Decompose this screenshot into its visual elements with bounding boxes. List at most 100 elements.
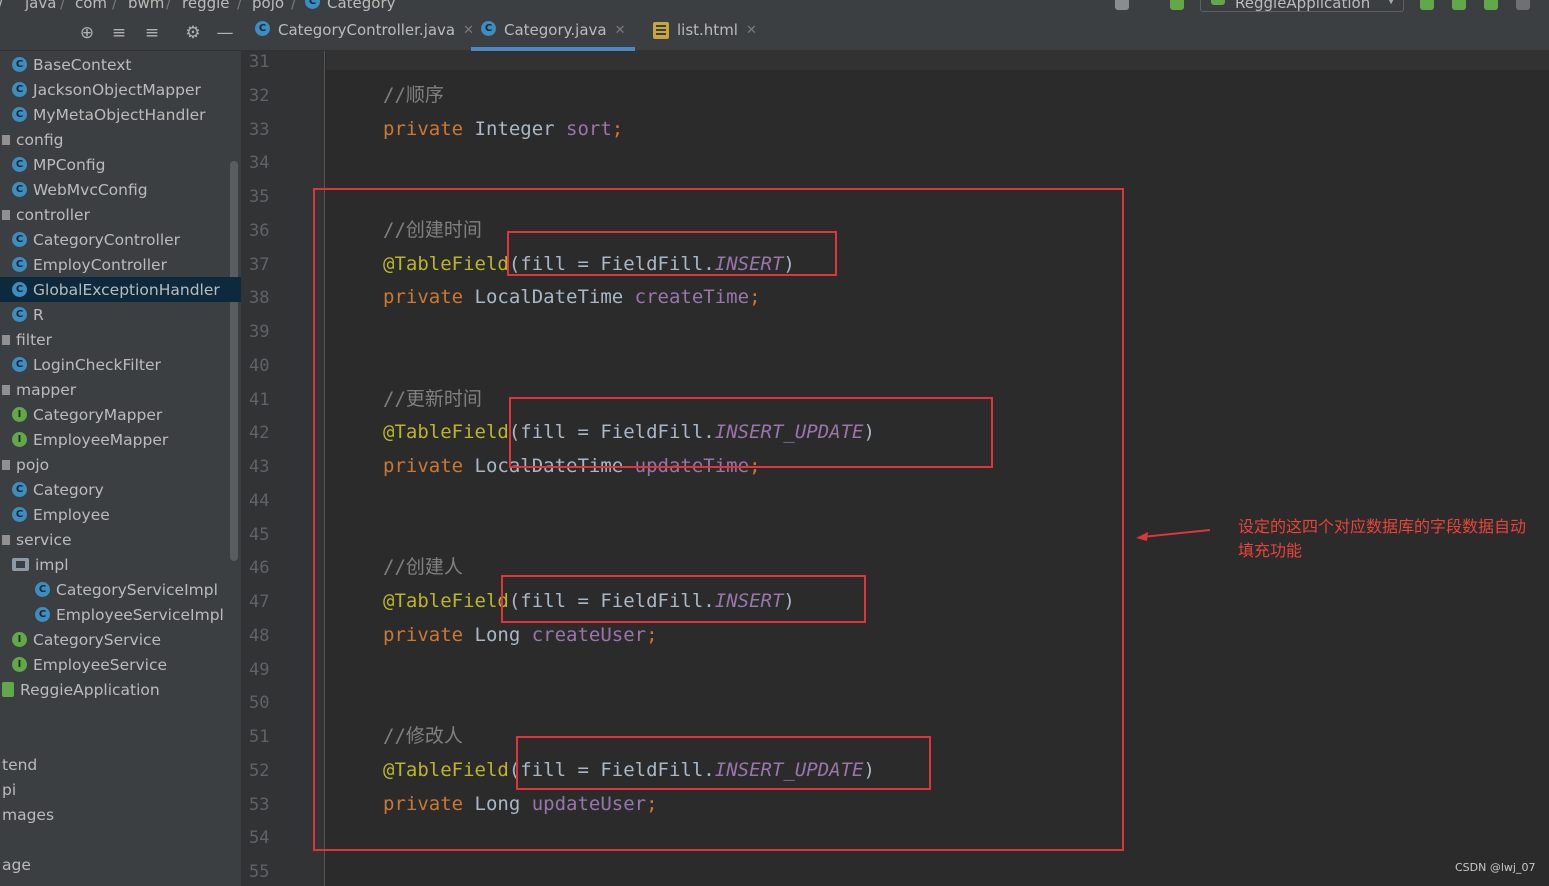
tree-item[interactable]: C EmployeeServiceImpl: [0, 602, 224, 627]
tree-item[interactable]: CR: [0, 302, 44, 327]
highlight-box-updateuser: [516, 736, 931, 790]
tree-item[interactable]: C LoginCheckFilter: [0, 352, 161, 377]
breadcrumb-item[interactable]: java: [25, 0, 56, 12]
tree-item[interactable]: C MPConfig: [0, 152, 105, 177]
tree-item-label: JacksonObjectMapper: [33, 80, 201, 99]
tree-item[interactable]: [0, 827, 2, 852]
interface-icon: I: [12, 657, 27, 672]
tree-item[interactable]: mages: [0, 802, 54, 827]
line-number: 37: [249, 254, 270, 275]
line-number: 44: [249, 490, 270, 511]
tab-list-html[interactable]: list.html ✕: [653, 21, 757, 51]
interface-icon: I: [12, 432, 27, 447]
line-number: 52: [249, 760, 270, 781]
class-icon: C: [12, 482, 27, 497]
tree-item[interactable]: C CategoryController: [0, 227, 180, 252]
class-icon: C: [12, 57, 27, 72]
tree-item[interactable]: C CategoryServiceImpl: [0, 577, 218, 602]
tree-item[interactable]: [0, 702, 2, 727]
minimize-icon[interactable]: —: [215, 23, 235, 43]
line-number: 40: [249, 355, 270, 376]
spring-app-icon: [1211, 0, 1225, 5]
tree-item[interactable]: ReggieApplication: [0, 677, 160, 702]
tree-item[interactable]: C Employee: [0, 502, 110, 527]
line-number: 39: [249, 322, 270, 342]
tree-item[interactable]: C MyMetaObjectHandler: [0, 102, 206, 127]
tree-item[interactable]: I CategoryService: [0, 627, 161, 652]
tree-item-label: tend: [2, 755, 38, 774]
navigation-bar: / java / com / bwm / reggie / pojo / C C…: [0, 0, 1549, 13]
code-field-declaration[interactable]: private Integer sort;: [383, 117, 623, 141]
profile-icon[interactable]: [1516, 0, 1530, 10]
line-number: 36: [249, 220, 270, 241]
tree-item[interactable]: filter: [0, 327, 52, 352]
tab-category-controller[interactable]: C CategoryController.java ✕: [255, 21, 474, 51]
user-icon[interactable]: [1115, 0, 1129, 10]
tab-category[interactable]: C Category.java ✕: [471, 21, 636, 51]
tree-item[interactable]: mapper: [0, 377, 76, 402]
package-icon: [2, 534, 10, 545]
tree-item[interactable]: pojo: [0, 452, 49, 477]
tree-item[interactable]: [0, 727, 2, 752]
line-number: 42: [249, 423, 270, 444]
close-icon[interactable]: ✕: [746, 23, 757, 38]
locate-crosshair-icon[interactable]: ⊕: [77, 23, 97, 43]
tree-item[interactable]: C Category: [0, 477, 104, 502]
line-number: 47: [249, 592, 270, 612]
class-icon: C: [35, 582, 50, 597]
class-icon: C: [12, 357, 27, 372]
folder-icon: [12, 558, 29, 571]
debug-icon[interactable]: [1452, 0, 1466, 10]
tree-item[interactable]: config: [0, 127, 63, 152]
tree-item-label: ReggieApplication: [20, 680, 160, 699]
class-icon: C: [12, 507, 27, 522]
breadcrumb-item[interactable]: pojo: [252, 0, 284, 12]
tree-item-label: CategoryMapper: [33, 405, 163, 424]
close-icon[interactable]: ✕: [615, 23, 626, 38]
tree-item[interactable]: C WebMvcConfig: [0, 177, 148, 202]
rerun-icon[interactable]: [1420, 0, 1434, 10]
tree-item-label: MPConfig: [33, 155, 106, 174]
breadcrumb-sep: /: [0, 0, 3, 12]
breadcrumb-item[interactable]: com: [75, 0, 107, 12]
tree-scrollbar[interactable]: [230, 161, 238, 561]
annotation-arrow-icon: [1136, 529, 1211, 541]
expand-all-icon[interactable]: ≡: [109, 23, 129, 43]
breadcrumb-sep: /: [112, 0, 118, 12]
collapse-all-icon[interactable]: ≡: [142, 23, 162, 43]
tree-item[interactable]: controller: [0, 202, 90, 227]
line-number: 43: [249, 457, 270, 477]
tree-item[interactable]: C JacksonObjectMapper: [0, 77, 201, 102]
watermark: CSDN @lwj_07: [1455, 861, 1536, 874]
tree-item[interactable]: pi: [0, 777, 16, 802]
tree-item[interactable]: C EmployController: [0, 252, 167, 277]
tree-item[interactable]: age: [0, 852, 31, 877]
breadcrumb-item[interactable]: Category: [327, 0, 396, 12]
tree-item[interactable]: tend: [0, 752, 37, 777]
highlight-box-createtime: [507, 231, 837, 276]
run-configuration-dropdown[interactable]: ReggieApplication ▼: [1200, 0, 1404, 12]
tree-item[interactable]: C BaseContext: [0, 52, 131, 77]
class-icon: C: [255, 21, 270, 36]
line-number: 35: [249, 187, 270, 207]
chevron-down-icon: ▼: [1387, 0, 1395, 6]
tree-item[interactable]: C GlobalExceptionHandler: [0, 277, 241, 302]
tree-item[interactable]: I EmployeeMapper: [0, 427, 168, 452]
tree-item-label: EmployeeMapper: [33, 430, 169, 449]
gear-icon[interactable]: ⚙: [183, 23, 203, 43]
class-icon: C: [12, 82, 27, 97]
tree-item-label: BaseContext: [33, 55, 132, 74]
line-number: 51: [249, 727, 270, 747]
line-number: 54: [249, 828, 270, 849]
coverage-icon[interactable]: [1484, 0, 1498, 10]
tree-item[interactable]: I CategoryMapper: [0, 402, 162, 427]
tree-item[interactable]: service: [0, 527, 72, 552]
breadcrumb-item[interactable]: bwm: [128, 0, 164, 12]
tree-item[interactable]: impl: [0, 552, 69, 577]
package-icon: [2, 209, 10, 220]
editor-tab-bar: C CategoryController.java ✕ C Category.j…: [241, 13, 1549, 51]
tree-item[interactable]: I EmployeeService: [0, 652, 167, 677]
breadcrumb-item[interactable]: reggie: [182, 0, 230, 12]
build-hammer-icon[interactable]: [1170, 0, 1184, 10]
code-comment[interactable]: //顺序: [383, 83, 444, 107]
